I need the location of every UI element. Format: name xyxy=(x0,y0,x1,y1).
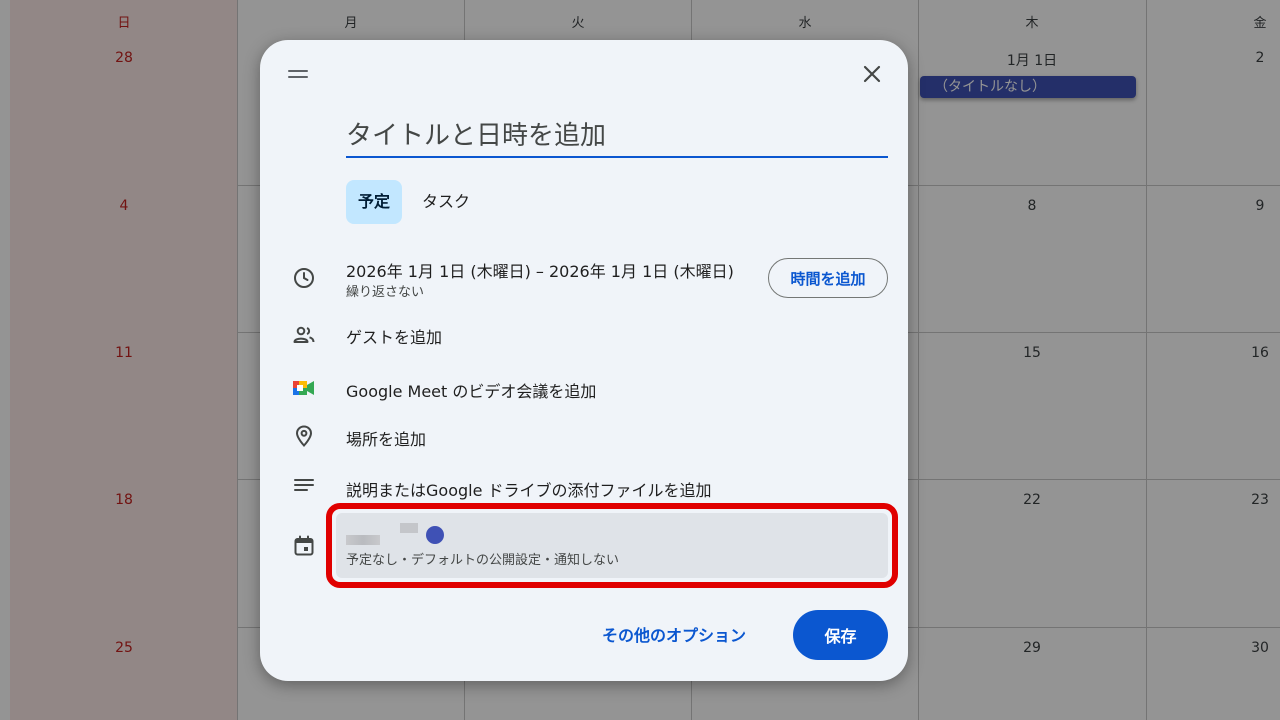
repeat-setting[interactable]: 繰り返さない xyxy=(346,281,424,300)
more-options-button[interactable]: その他のオプション xyxy=(602,622,746,646)
add-meet[interactable]: Google Meet のビデオ会議を追加 xyxy=(346,378,596,402)
tab-event[interactable]: 予定 xyxy=(346,180,403,224)
date-range[interactable]: 2026年 1月 1日 (木曜日) – 2026年 1月 1日 (木曜日) xyxy=(346,258,734,282)
calendar-color-dot xyxy=(426,526,444,544)
close-icon xyxy=(863,65,881,83)
save-button[interactable]: 保存 xyxy=(793,610,888,660)
tab-task[interactable]: タスク xyxy=(410,180,482,224)
redacted-calendar-name xyxy=(346,535,380,545)
title-input[interactable] xyxy=(346,116,888,158)
location-pin-icon xyxy=(295,425,313,447)
close-button[interactable] xyxy=(856,58,888,90)
add-description[interactable]: 説明またはGoogle ドライブの添付ファイルを追加 xyxy=(346,477,712,501)
calendar-settings-summary: 予定なし・デフォルトの公開設定・通知しない xyxy=(346,553,620,568)
quick-event-dialog: 予定 タスク 2026年 1月 1日 (木曜日) – 2026年 1月 1日 (… xyxy=(260,40,908,681)
calendar-icon xyxy=(294,535,314,556)
calendar-selector[interactable]: 予定なし・デフォルトの公開設定・通知しない xyxy=(336,513,888,578)
people-icon xyxy=(293,326,315,343)
redacted-calendar-name xyxy=(400,523,418,533)
add-guests[interactable]: ゲストを追加 xyxy=(346,324,442,348)
description-icon xyxy=(294,479,314,491)
add-time-button[interactable]: 時間を追加 xyxy=(768,258,888,298)
google-meet-icon xyxy=(293,381,314,395)
clock-icon xyxy=(294,268,314,288)
add-location[interactable]: 場所を追加 xyxy=(346,426,426,450)
drag-handle-icon[interactable] xyxy=(288,70,308,80)
